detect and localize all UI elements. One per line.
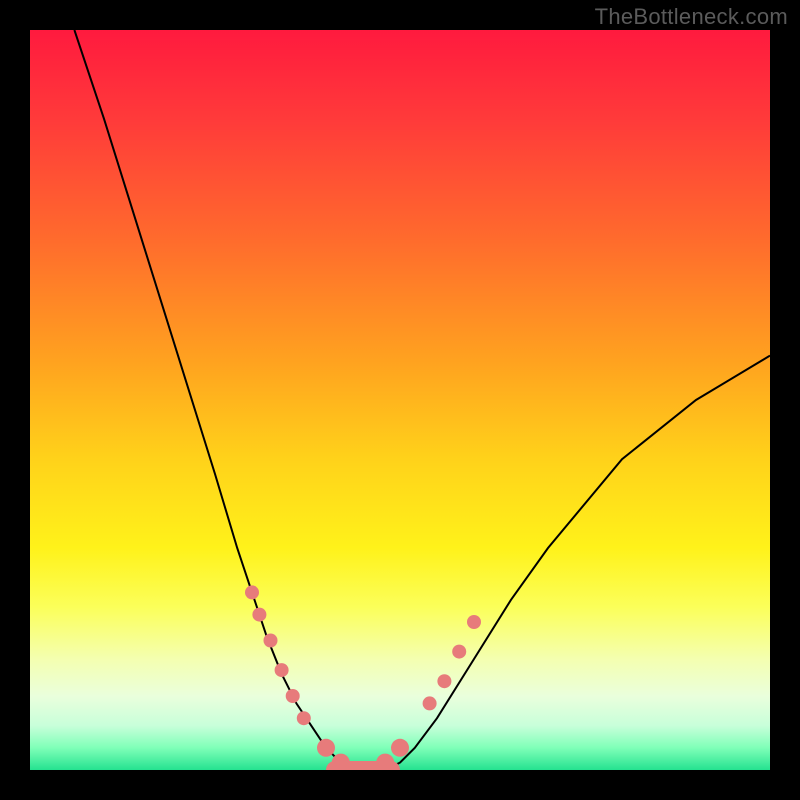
curve-marker	[264, 634, 278, 648]
curve-marker-capsule	[326, 761, 400, 770]
curve-marker	[391, 739, 409, 757]
curve-marker	[317, 739, 335, 757]
curve-marker	[452, 645, 466, 659]
curve-marker	[286, 689, 300, 703]
curve-marker	[297, 711, 311, 725]
curve-marker	[423, 696, 437, 710]
watermark-text: TheBottleneck.com	[595, 4, 788, 30]
bottleneck-curve-path	[74, 30, 770, 770]
curve-marker	[437, 674, 451, 688]
bottleneck-curve-svg	[30, 30, 770, 770]
curve-marker	[275, 663, 289, 677]
curve-marker	[252, 608, 266, 622]
chart-frame: TheBottleneck.com	[0, 0, 800, 800]
curve-marker	[467, 615, 481, 629]
curve-markers	[245, 585, 481, 770]
curve-marker	[245, 585, 259, 599]
